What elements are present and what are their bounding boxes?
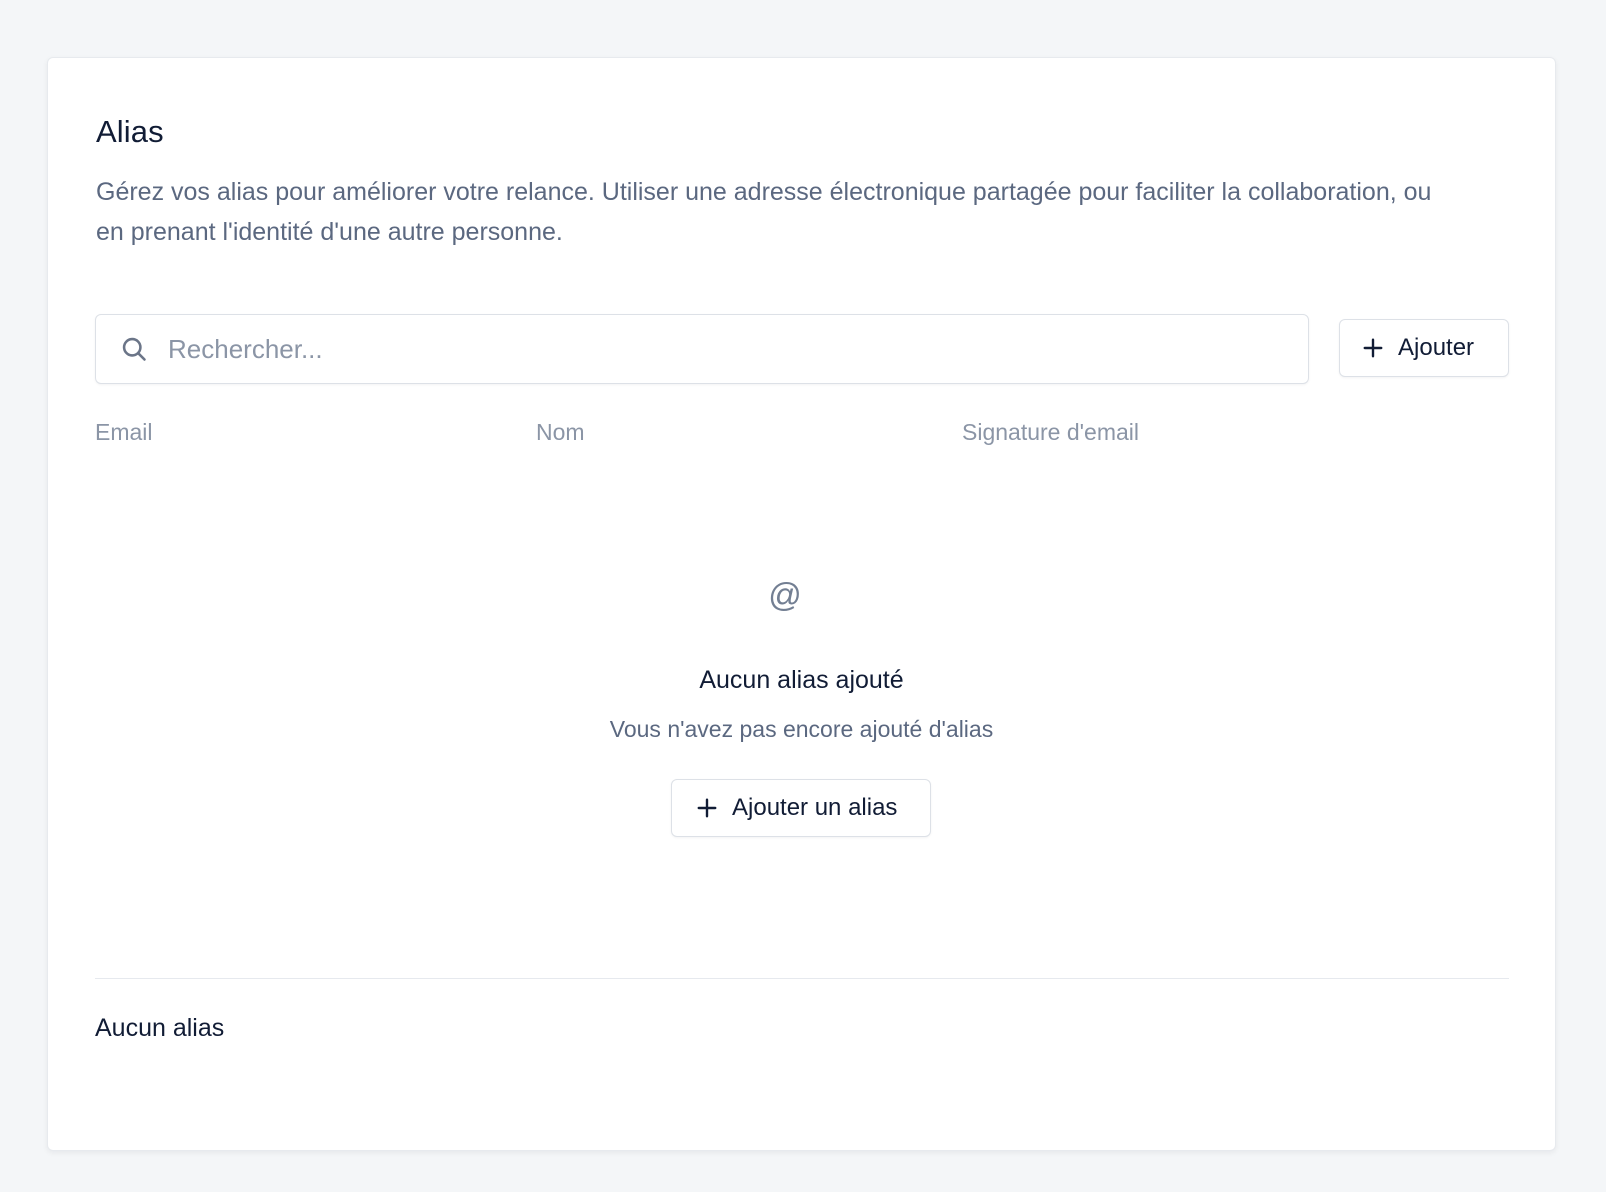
add-button[interactable]: Ajouter [1339, 319, 1509, 377]
plus-icon [697, 798, 717, 818]
at-icon: @ [768, 576, 802, 613]
column-header-email: Email [95, 419, 153, 445]
column-header-signature: Signature d'email [962, 419, 1139, 445]
alias-settings-card: Alias Gérez vos alias pour améliorer vot… [47, 57, 1556, 1151]
add-alias-button[interactable]: Ajouter un alias [671, 779, 931, 837]
page-description: Gérez vos alias pour améliorer votre rel… [96, 178, 1432, 246]
empty-state-subtitle: Vous n'avez pas encore ajouté d'alias [609, 716, 994, 742]
column-header-name: Nom [536, 419, 585, 445]
alias-count-summary: Aucun alias [95, 1014, 225, 1042]
empty-state-title: Aucun alias ajouté [699, 666, 904, 694]
search-input[interactable] [168, 315, 1298, 383]
add-alias-button-label: Ajouter un alias [732, 794, 898, 821]
search-box[interactable] [95, 314, 1309, 384]
search-icon [122, 337, 146, 361]
add-button-label: Ajouter [1398, 334, 1475, 361]
page-title: Alias [96, 114, 164, 149]
plus-icon [1363, 338, 1383, 358]
footer-divider [95, 978, 1509, 979]
